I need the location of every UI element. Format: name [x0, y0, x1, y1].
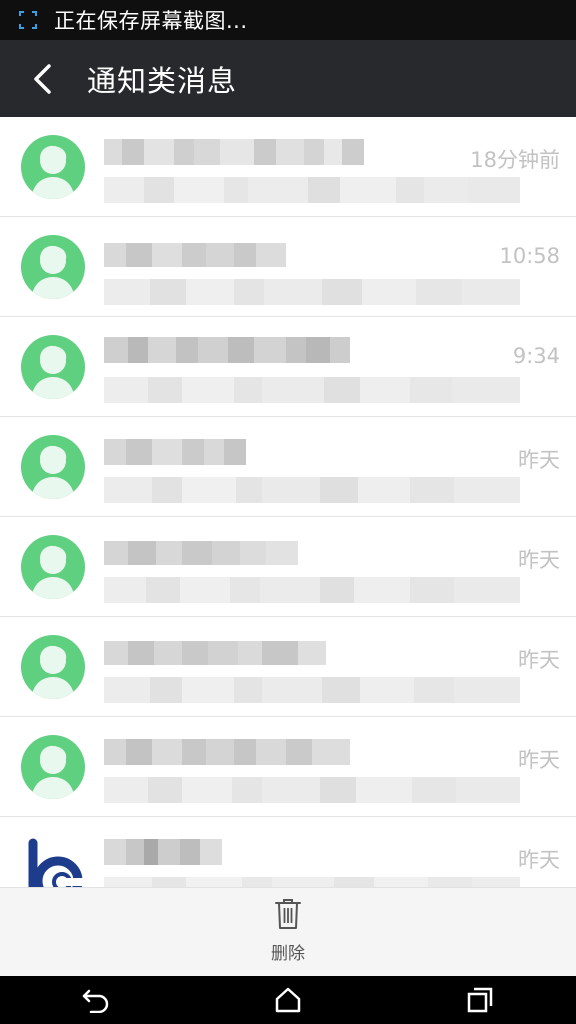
blurred-message-preview [104, 877, 520, 887]
message-time: 昨天 [518, 548, 560, 572]
nav-home-button[interactable] [258, 976, 318, 1024]
blurred-message-preview [104, 377, 520, 403]
status-bar: 正在保存屏幕截图... [0, 0, 576, 40]
message-time: 昨天 [518, 848, 560, 872]
default-user-avatar [21, 535, 85, 599]
delete-label: 删除 [271, 944, 305, 964]
status-text: 正在保存屏幕截图... [54, 9, 248, 33]
blurred-message-preview [104, 477, 520, 503]
blurred-sender-name [104, 641, 326, 665]
bank-logo [24, 835, 88, 887]
blurred-sender-name [104, 139, 364, 165]
default-user-avatar [21, 135, 85, 199]
title-bar: 通知类消息 [0, 40, 576, 117]
delete-button[interactable]: 删除 [228, 888, 348, 976]
screenshot-icon [19, 11, 37, 29]
blurred-sender-name [104, 839, 222, 865]
nav-back-icon [82, 989, 109, 1013]
message-time: 昨天 [518, 748, 560, 772]
default-user-avatar [21, 235, 85, 299]
blurred-message-preview [104, 279, 520, 305]
blurred-sender-name [104, 337, 350, 363]
nav-back-button[interactable] [66, 976, 126, 1024]
blurred-message-preview [104, 577, 520, 603]
message-item-8[interactable]: 昨天 [0, 817, 576, 887]
blurred-message-preview [104, 777, 520, 803]
nav-home-icon [275, 987, 301, 1013]
message-time: 昨天 [518, 448, 560, 472]
message-time: 18分钟前 [470, 148, 560, 172]
nav-recents-button[interactable] [450, 976, 510, 1024]
message-item-6[interactable]: 昨天 [0, 617, 576, 717]
blurred-sender-name [104, 739, 350, 765]
message-item-5[interactable]: 昨天 [0, 517, 576, 617]
trash-icon [275, 899, 301, 929]
default-user-avatar [21, 335, 85, 399]
message-item-4[interactable]: 昨天 [0, 417, 576, 517]
message-item-3[interactable]: 9:34 [0, 317, 576, 417]
blurred-sender-name [104, 243, 286, 267]
message-item-7[interactable]: 昨天 [0, 717, 576, 817]
back-button[interactable] [12, 40, 72, 117]
blurred-message-preview [104, 177, 520, 203]
blurred-message-preview [104, 677, 520, 703]
default-user-avatar [21, 435, 85, 499]
blurred-sender-name [104, 439, 246, 465]
message-time: 9:34 [512, 344, 560, 368]
nav-recents-icon [467, 987, 493, 1013]
message-time: 10:58 [499, 244, 560, 268]
chevron-left-icon [34, 63, 51, 94]
message-list[interactable]: 18分钟前 10:58 9:34 昨天 昨天 昨天 昨天 昨天 [0, 117, 576, 887]
page-title: 通知类消息 [87, 63, 238, 98]
message-item-2[interactable]: 10:58 [0, 217, 576, 317]
blurred-sender-name [104, 541, 298, 565]
action-bar: 删除 [0, 887, 576, 976]
message-item-1[interactable]: 18分钟前 [0, 117, 576, 217]
message-time: 昨天 [518, 648, 560, 672]
default-user-avatar [21, 635, 85, 699]
default-user-avatar [21, 735, 85, 799]
system-nav-bar [0, 976, 576, 1024]
